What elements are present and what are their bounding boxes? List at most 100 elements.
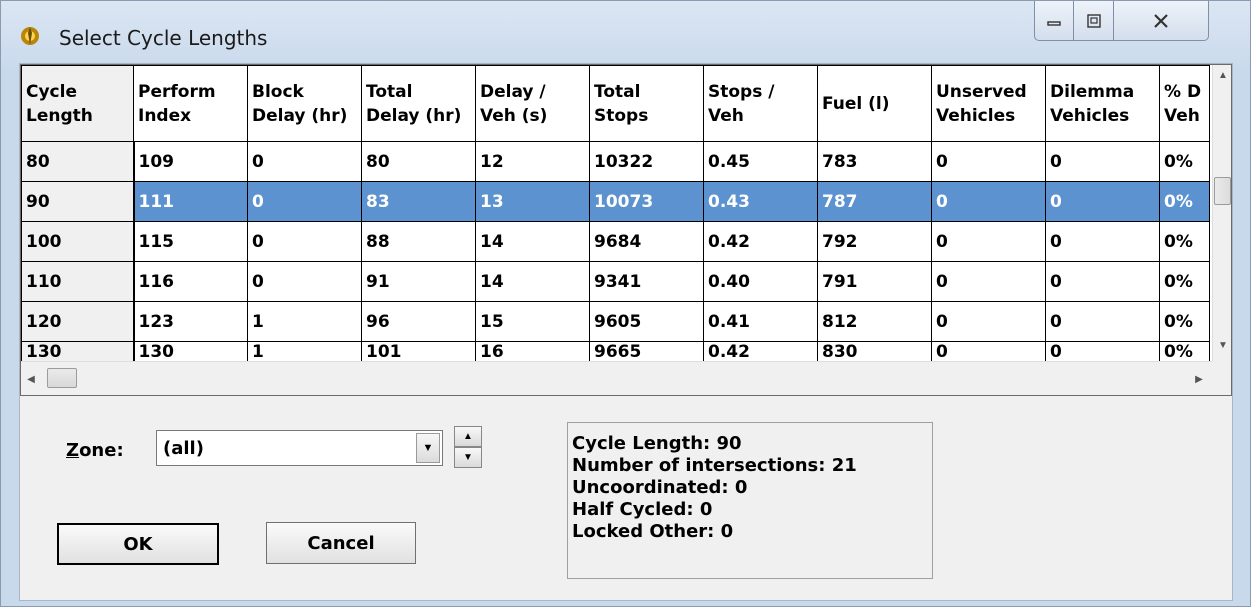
table-cell[interactable]: 0 xyxy=(931,181,1046,222)
spin-up-icon[interactable]: ▲ xyxy=(454,426,482,447)
table-cell[interactable]: 9684 xyxy=(589,221,704,262)
table-cell[interactable]: 12 xyxy=(475,141,590,182)
ok-button[interactable]: OK xyxy=(57,523,219,565)
table-cell[interactable]: 116 xyxy=(133,261,248,302)
table-cell[interactable]: 10322 xyxy=(589,141,704,182)
chevron-down-icon[interactable]: ▼ xyxy=(416,433,440,463)
row-header-cell[interactable]: 110 xyxy=(21,261,135,302)
info-line: Locked Other: 0 xyxy=(572,521,734,542)
table-cell[interactable]: 0 xyxy=(1045,301,1160,342)
table-cell[interactable]: 0.45 xyxy=(703,141,818,182)
table-cell[interactable]: 0 xyxy=(247,141,362,182)
table-cell[interactable]: 109 xyxy=(133,141,248,182)
traffic-light-app-icon xyxy=(21,27,39,45)
horizontal-scrollbar[interactable]: ◀ ▶ xyxy=(21,361,1212,395)
table-cell[interactable]: 88 xyxy=(361,221,476,262)
column-header[interactable]: Delay / Veh (s) xyxy=(475,65,590,142)
table-row[interactable]: 90 111 0 83 13 10073 0.43 787 0 0 0% xyxy=(21,181,1210,222)
cancel-button[interactable]: Cancel xyxy=(266,522,416,564)
table-cell[interactable]: 0 xyxy=(931,301,1046,342)
table-cell[interactable]: 0% xyxy=(1159,181,1210,222)
row-header-cell[interactable]: 120 xyxy=(21,301,135,342)
column-header[interactable]: % D Veh xyxy=(1159,65,1210,142)
table-cell[interactable]: 111 xyxy=(133,181,248,222)
row-header-cell[interactable]: 100 xyxy=(21,221,135,262)
column-header[interactable]: Stops / Veh xyxy=(703,65,818,142)
zone-spinner[interactable]: ▲ ▼ xyxy=(454,426,482,468)
table-cell[interactable]: 0% xyxy=(1159,221,1210,262)
table-cell[interactable]: 9605 xyxy=(589,301,704,342)
column-header[interactable]: Block Delay (hr) xyxy=(247,65,362,142)
column-header[interactable]: Total Delay (hr) xyxy=(361,65,476,142)
column-header[interactable]: Cycle Length xyxy=(21,65,134,142)
table-cell[interactable]: 15 xyxy=(475,301,590,342)
table-cell[interactable]: 0% xyxy=(1159,301,1210,342)
table-cell[interactable]: 0 xyxy=(1045,221,1160,262)
column-header[interactable]: Perform Index xyxy=(133,65,248,142)
scroll-right-arrow-icon[interactable]: ▶ xyxy=(1189,362,1209,395)
maximize-button[interactable] xyxy=(1074,1,1114,41)
info-line: Half Cycled: 0 xyxy=(572,499,713,520)
zone-label-mnemonic: Z xyxy=(66,440,80,461)
table-cell[interactable]: 0 xyxy=(247,261,362,302)
table-cell[interactable]: 792 xyxy=(817,221,932,262)
table-cell[interactable]: 0 xyxy=(247,221,362,262)
table-cell[interactable]: 0 xyxy=(931,141,1046,182)
caption-buttons xyxy=(1034,1,1209,43)
table-cell[interactable]: 0 xyxy=(1045,141,1160,182)
vertical-scrollbar[interactable]: ▲ ▼ xyxy=(1212,65,1231,361)
table-cell[interactable]: 0.41 xyxy=(703,301,818,342)
close-button[interactable] xyxy=(1114,1,1209,41)
table-cell[interactable]: 0 xyxy=(1045,261,1160,302)
zone-select[interactable]: (all) ▼ xyxy=(156,430,443,466)
table-cell[interactable]: 14 xyxy=(475,261,590,302)
scroll-up-arrow-icon[interactable]: ▲ xyxy=(1213,65,1231,85)
table-cell[interactable]: 0% xyxy=(1159,261,1210,302)
window-title: Select Cycle Lengths xyxy=(59,26,268,50)
column-header[interactable]: Unserved Vehicles xyxy=(931,65,1046,142)
table-cell[interactable]: 0% xyxy=(1159,141,1210,182)
cycle-length-grid[interactable]: Cycle Length Perform Index Block Delay (hr) To… xyxy=(20,64,1232,396)
table-cell[interactable]: 9341 xyxy=(589,261,704,302)
table-cell[interactable]: 783 xyxy=(817,141,932,182)
column-header[interactable]: Dilemma Vehicles xyxy=(1045,65,1160,142)
table-row[interactable]: 100 115 0 88 14 9684 0.42 792 0 0 0% xyxy=(21,221,1210,262)
grid-body: 80 109 0 80 12 10322 0.45 783 0 0 0% 90 111 0 83 13 1007… xyxy=(21,141,1210,370)
table-cell[interactable]: 83 xyxy=(361,181,476,222)
spin-down-icon[interactable]: ▼ xyxy=(454,447,482,468)
scroll-down-arrow-icon[interactable]: ▼ xyxy=(1213,335,1231,355)
table-cell[interactable]: 91 xyxy=(361,261,476,302)
table-cell[interactable]: 1 xyxy=(247,301,362,342)
table-row[interactable]: 110 116 0 91 14 9341 0.40 791 0 0 0% xyxy=(21,261,1210,302)
table-cell[interactable]: 0.43 xyxy=(703,181,818,222)
table-row[interactable]: 120 123 1 96 15 9605 0.41 812 0 0 0% xyxy=(21,301,1210,342)
horizontal-scroll-thumb[interactable] xyxy=(47,368,77,388)
table-cell[interactable]: 96 xyxy=(361,301,476,342)
table-row[interactable]: 80 109 0 80 12 10322 0.45 783 0 0 0% xyxy=(21,141,1210,182)
scroll-left-arrow-icon[interactable]: ◀ xyxy=(21,362,41,395)
table-cell[interactable]: 0.40 xyxy=(703,261,818,302)
table-cell[interactable]: 13 xyxy=(475,181,590,222)
table-cell[interactable]: 0.42 xyxy=(703,221,818,262)
table-cell[interactable]: 0 xyxy=(931,221,1046,262)
maximize-icon xyxy=(1086,13,1101,28)
table-cell[interactable]: 14 xyxy=(475,221,590,262)
table-cell[interactable]: 10073 xyxy=(589,181,704,222)
table-cell[interactable]: 0 xyxy=(247,181,362,222)
minimize-button[interactable] xyxy=(1034,1,1074,41)
row-header-cell[interactable]: 80 xyxy=(21,141,135,182)
table-cell[interactable]: 0 xyxy=(1045,181,1160,222)
table-cell[interactable]: 0 xyxy=(931,261,1046,302)
column-header[interactable]: Total Stops xyxy=(589,65,704,142)
vertical-scroll-thumb[interactable] xyxy=(1214,177,1231,205)
row-header-cell[interactable]: 90 xyxy=(21,181,135,222)
title-bar[interactable]: Select Cycle Lengths xyxy=(1,1,1250,63)
column-header[interactable]: Fuel (l) xyxy=(817,65,932,142)
table-cell[interactable]: 812 xyxy=(817,301,932,342)
table-cell[interactable]: 787 xyxy=(817,181,932,222)
table-cell[interactable]: 80 xyxy=(361,141,476,182)
table-cell[interactable]: 123 xyxy=(133,301,248,342)
table-cell[interactable]: 791 xyxy=(817,261,932,302)
cycle-info-panel: Cycle Length: 90 Number of intersections:… xyxy=(567,422,933,579)
table-cell[interactable]: 115 xyxy=(133,221,248,262)
